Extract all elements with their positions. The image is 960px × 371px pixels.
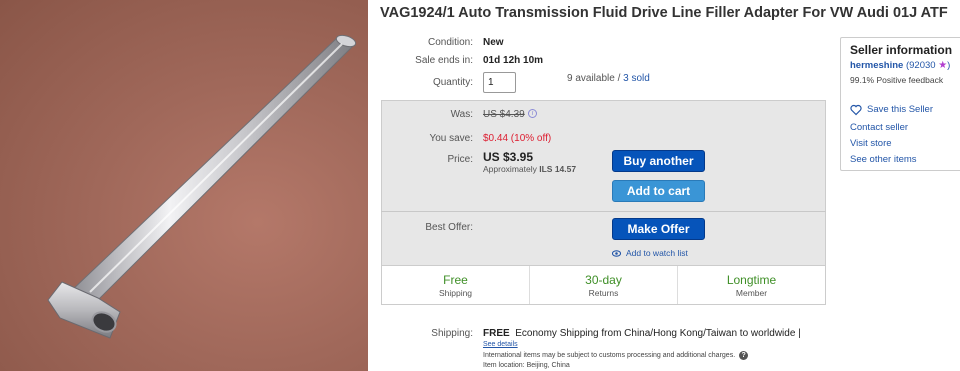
save-seller-link[interactable]: Save this Seller	[867, 104, 933, 115]
price-info-icon[interactable]: i	[528, 109, 537, 118]
availability: 9 available / 3 sold	[567, 73, 650, 84]
quantity-input[interactable]	[483, 72, 516, 93]
pricing-panel	[381, 100, 826, 266]
make-offer-button[interactable]: Make Offer	[612, 218, 705, 240]
was-price: US $4.39	[483, 109, 525, 120]
sold-count-link[interactable]: 3 sold	[623, 73, 650, 84]
badge-title: Free	[443, 272, 468, 287]
pricing-divider	[381, 211, 826, 212]
contact-seller-link[interactable]: Contact seller	[850, 122, 908, 133]
best-offer-label: Best Offer:	[425, 222, 473, 233]
visit-store-link[interactable]: Visit store	[850, 138, 892, 149]
question-icon[interactable]: ?	[739, 351, 749, 360]
seller-score-close: )	[947, 60, 951, 71]
was-label: Was:	[450, 109, 473, 120]
badge-title: 30-day	[585, 272, 622, 287]
shipping-summary: FREE Economy Shipping from China/Hong Ko…	[483, 328, 801, 339]
approx-price: Approximately ILS 14.57	[483, 164, 576, 174]
seller-name-link[interactable]: hermeshine	[850, 60, 903, 71]
item-location: Item location: Beijing, China	[483, 362, 570, 369]
approx-value: ILS 14.57	[539, 164, 577, 174]
intl-note-row: International items may be subject to cu…	[483, 351, 749, 360]
see-details-row: See details	[483, 341, 518, 348]
filler-adapter-image	[47, 34, 357, 339]
add-to-cart-button[interactable]: Add to cart	[612, 180, 705, 202]
seller-score[interactable]: (92030	[906, 60, 936, 71]
sale-ends-label: Sale ends in:	[415, 55, 473, 66]
quantity-label: Quantity:	[432, 77, 473, 88]
condition-label: Condition:	[427, 37, 473, 48]
eye-icon	[612, 249, 621, 257]
seller-name-row: hermeshine (92030 ★)	[850, 60, 950, 71]
approx-prefix: Approximately	[483, 164, 537, 174]
buy-another-button[interactable]: Buy another	[612, 150, 705, 172]
seller-information-panel: Seller information hermeshine (92030 ★) …	[840, 37, 960, 171]
you-save-value: $0.44 (10% off)	[483, 133, 552, 144]
purple-star-icon: ★	[938, 60, 948, 71]
heart-icon[interactable]	[850, 104, 862, 116]
see-other-items-link[interactable]: See other items	[850, 154, 917, 165]
badge-returns: 30-day Returns	[530, 266, 678, 304]
shipping-label: Shipping:	[431, 328, 473, 339]
sale-ends-value: 01d 12h 10m	[483, 55, 544, 66]
listing-title: VAG1924/1 Auto Transmission Fluid Drive …	[380, 5, 948, 21]
price-label: Price:	[447, 154, 473, 165]
current-price: US $3.95	[483, 150, 534, 164]
you-save-label: You save:	[429, 133, 473, 144]
watch-label: Add to watch list	[626, 248, 688, 258]
available-count: 9 available	[567, 73, 615, 84]
shipping-description: Economy Shipping from China/Hong Kong/Ta…	[515, 328, 801, 339]
benefit-badges: Free Shipping 30-day Returns Longtime Me…	[381, 266, 826, 305]
condition-value: New	[483, 37, 504, 48]
badge-title: Longtime	[726, 272, 777, 287]
badge-subtitle: Member	[735, 287, 768, 298]
badge-free-shipping: Free Shipping	[382, 266, 530, 304]
positive-feedback: 99.1% Positive feedback	[850, 75, 944, 85]
availability-separator: /	[614, 73, 624, 84]
seller-heading: Seller information	[850, 43, 953, 57]
badge-longtime-member: Longtime Member	[678, 266, 825, 304]
product-photo[interactable]	[0, 0, 368, 371]
see-details-link[interactable]: See details	[483, 341, 518, 348]
badge-subtitle: Shipping	[438, 287, 473, 298]
intl-note: International items may be subject to cu…	[483, 352, 736, 359]
badge-subtitle: Returns	[588, 287, 619, 298]
shipping-free: FREE	[483, 328, 510, 339]
add-to-watch-list-link[interactable]: Add to watch list	[612, 248, 688, 258]
